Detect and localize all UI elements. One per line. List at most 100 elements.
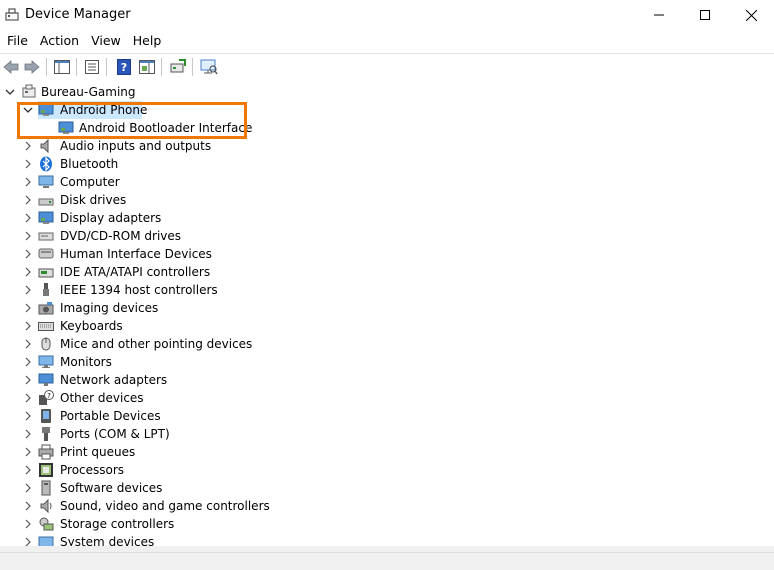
minimize-icon [654,14,664,16]
tree-category-label: System devices [60,535,155,546]
chevron-right-icon[interactable] [22,536,34,546]
tree-device-android-bootloader-interface[interactable]: Android Bootloader Interface [0,119,774,137]
help-icon: ? [117,59,131,75]
camera-icon [38,300,54,316]
chevron-right-icon[interactable] [22,338,34,350]
tree-category-label: Android Phone [60,103,148,117]
android-phone-icon [38,102,54,118]
tree-category-system-devices[interactable]: System devices [0,533,774,546]
tree-category-network[interactable]: Network adapters [0,371,774,389]
tree-category-sound[interactable]: Sound, video and game controllers [0,497,774,515]
tree-category-disk-drives[interactable]: Disk drives [0,191,774,209]
toolbar-separator [76,58,77,76]
tree-category-monitors[interactable]: Monitors [0,353,774,371]
tree-category-label: Imaging devices [60,301,159,315]
tree-category-ide[interactable]: IDE ATA/ATAPI controllers [0,263,774,281]
tree-category-print-queues[interactable]: Print queues [0,443,774,461]
chevron-right-icon[interactable] [22,392,34,404]
android-device-icon [58,120,74,136]
chevron-right-icon[interactable] [22,320,34,332]
tree-category-label: Network adapters [60,373,168,387]
software-device-icon [38,480,54,496]
mouse-icon [38,336,54,352]
close-button[interactable] [728,0,774,30]
chevron-right-icon[interactable] [22,212,34,224]
maximize-button[interactable] [682,0,728,30]
properties-button[interactable] [82,57,102,77]
scan-hardware-button[interactable] [199,57,219,77]
tree-category-label: Other devices [60,391,144,405]
tree-category-ports[interactable]: Ports (COM & LPT) [0,425,774,443]
window-title: Device Manager [25,7,131,22]
ide-controller-icon [38,264,54,280]
chevron-right-icon[interactable] [22,464,34,476]
tree-category-label: DVD/CD-ROM drives [60,229,182,243]
chevron-right-icon[interactable] [22,140,34,152]
chevron-right-icon[interactable] [22,284,34,296]
tree-category-android-phone[interactable]: Android Phone [0,101,774,119]
status-bar [0,552,774,570]
tree-category-portable[interactable]: Portable Devices [0,407,774,425]
tree-category-label: Monitors [60,355,112,369]
chevron-right-icon[interactable] [22,518,34,530]
tree-category-other[interactable]: ? Other devices [0,389,774,407]
chevron-right-icon[interactable] [22,410,34,422]
tree-category-bluetooth[interactable]: Bluetooth [0,155,774,173]
forward-icon [24,60,40,74]
chevron-right-icon[interactable] [22,302,34,314]
chevron-right-icon[interactable] [22,356,34,368]
chevron-right-icon[interactable] [22,248,34,260]
menu-action[interactable]: Action [34,31,85,51]
tree-category-mice[interactable]: Mice and other pointing devices [0,335,774,353]
tree-category-label: Computer [60,175,120,189]
system-device-icon [38,534,54,546]
tree-category-imaging[interactable]: Imaging devices [0,299,774,317]
minimize-button[interactable] [636,0,682,30]
tree-category-hid[interactable]: Human Interface Devices [0,245,774,263]
tree-category-software-devices[interactable]: Software devices [0,479,774,497]
tree-category-processors[interactable]: Processors [0,461,774,479]
device-tree: Bureau-Gaming Android Phone Android Boot… [0,80,774,546]
tree-category-label: Ports (COM & LPT) [60,427,170,441]
menu-help[interactable]: Help [127,31,168,51]
chevron-right-icon[interactable] [22,230,34,242]
tree-category-display-adapters[interactable]: Display adapters [0,209,774,227]
chevron-right-icon[interactable] [22,158,34,170]
tree-category-computer[interactable]: Computer [0,173,774,191]
bluetooth-icon [38,156,54,172]
forward-button[interactable] [22,57,42,77]
chevron-right-icon[interactable] [22,482,34,494]
chevron-right-icon[interactable] [22,374,34,386]
update-driver-button[interactable] [168,57,188,77]
tree-category-label: Print queues [60,445,136,459]
tree-device-label: Android Bootloader Interface [79,121,253,135]
action-pane-button[interactable] [137,57,157,77]
tree-category-label: Bluetooth [60,157,119,171]
chevron-down-icon[interactable] [22,104,34,116]
chevron-down-icon[interactable] [4,86,16,98]
hid-icon [38,246,54,262]
tree-root[interactable]: Bureau-Gaming [0,83,774,101]
tree-category-keyboards[interactable]: Keyboards [0,317,774,335]
console-tree-button[interactable] [52,57,72,77]
help-button[interactable]: ? [114,57,134,77]
menu-file[interactable]: File [1,31,34,51]
tree-category-ieee1394[interactable]: IEEE 1394 host controllers [0,281,774,299]
svg-text:?: ? [121,61,127,74]
chevron-right-icon[interactable] [22,500,34,512]
toolbar-separator [192,58,193,76]
disk-drive-icon [38,192,54,208]
menu-view[interactable]: View [85,31,127,51]
tree-category-storage[interactable]: Storage controllers [0,515,774,533]
chevron-right-icon[interactable] [22,194,34,206]
chevron-right-icon[interactable] [22,446,34,458]
monitor-icon [38,354,54,370]
chevron-right-icon[interactable] [22,176,34,188]
chevron-right-icon[interactable] [22,266,34,278]
processor-icon [38,462,54,478]
back-button[interactable] [1,57,21,77]
title-bar[interactable]: Device Manager [0,0,774,30]
tree-category-audio[interactable]: Audio inputs and outputs [0,137,774,155]
chevron-right-icon[interactable] [22,428,34,440]
tree-category-dvd-drives[interactable]: DVD/CD-ROM drives [0,227,774,245]
